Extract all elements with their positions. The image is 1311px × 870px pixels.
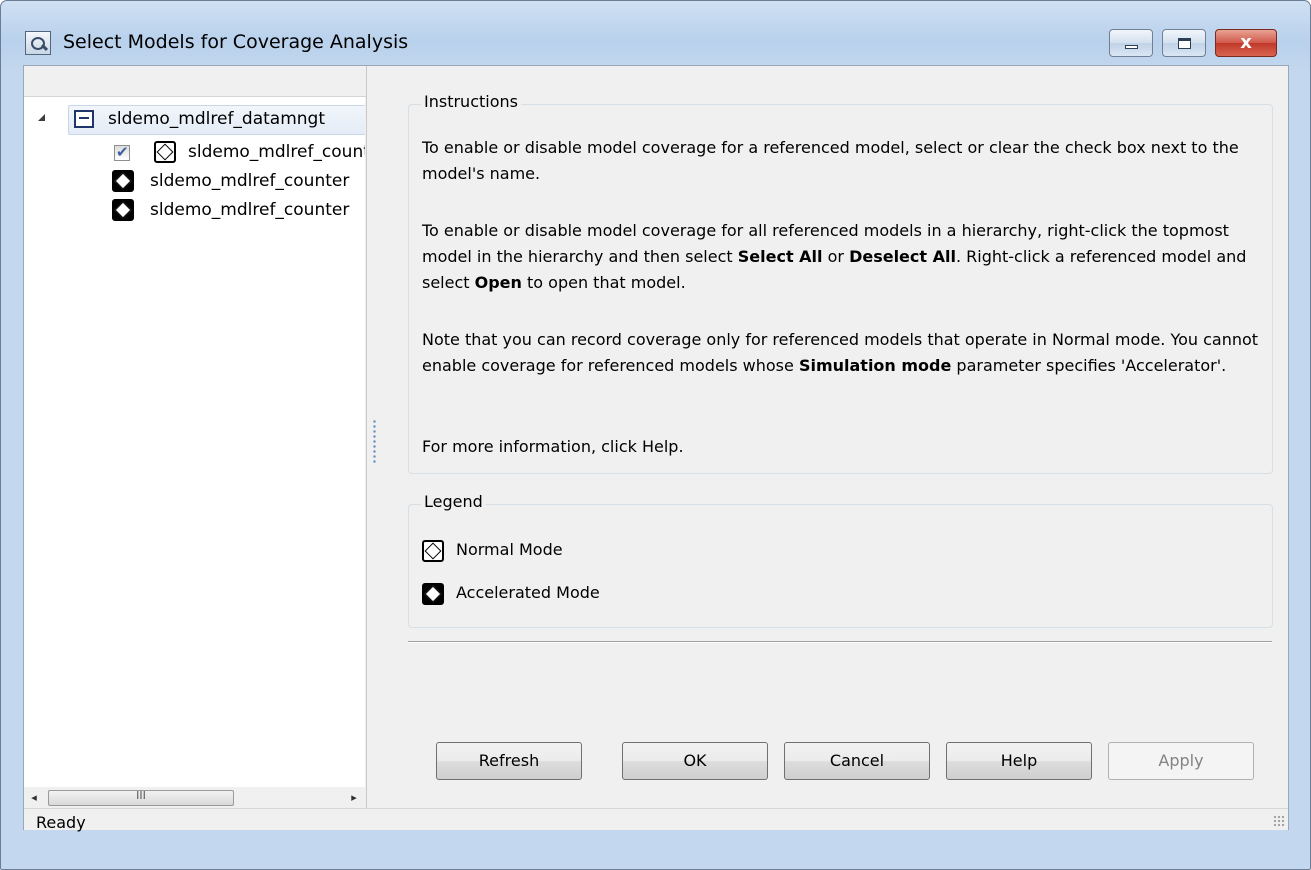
ok-button[interactable]: OK [622, 742, 768, 780]
tree-item-child[interactable]: sldemo_mdlref_counter [114, 140, 365, 166]
status-bar: Ready [24, 808, 1288, 832]
scrollbar-grip: III [136, 789, 146, 802]
pane-splitter[interactable] [373, 419, 376, 465]
coverage-app-icon [25, 31, 51, 55]
scroll-right-icon[interactable]: ▸ [344, 788, 364, 808]
open-term: Open [474, 273, 522, 292]
resize-grip-icon[interactable] [1273, 815, 1285, 827]
expand-collapse-icon[interactable] [38, 114, 45, 121]
model-hierarchy-tree[interactable]: sldemo_mdlref_datamngt sldemo_mdlref_cou… [24, 97, 365, 787]
window-title: Select Models for Coverage Analysis [63, 31, 409, 53]
instructions-text: parameter specifies 'Accelerator'. [951, 356, 1227, 375]
instructions-text: For more information, click Help. [422, 437, 684, 456]
scroll-left-icon[interactable]: ◂ [24, 788, 44, 808]
dialog-client-area: sldemo_mdlref_datamngt sldemo_mdlref_cou… [23, 65, 1289, 832]
instructions-group: Instructions To enable or disable model … [408, 92, 1273, 474]
instructions-paragraph: For more information, click Help. [422, 434, 1262, 460]
instructions-text: to open that model. [521, 273, 686, 292]
instructions-paragraph: Note that you can record coverage only f… [422, 327, 1262, 379]
title-bar[interactable]: Select Models for Coverage Analysis x [1, 1, 1310, 61]
horizontal-scrollbar[interactable]: ◂ III ▸ [24, 788, 365, 808]
select-all-term: Select All [737, 247, 823, 266]
instructions-title: Instructions [421, 92, 521, 111]
coverage-checkbox[interactable] [114, 143, 130, 161]
close-button[interactable]: x [1215, 29, 1277, 57]
cancel-button[interactable]: Cancel [784, 742, 930, 780]
accelerated-mode-icon [112, 170, 134, 192]
instructions-text: To enable or disable model coverage for … [422, 138, 1239, 183]
normal-mode-icon [422, 540, 444, 562]
status-text: Ready [36, 813, 86, 832]
instructions-paragraph: To enable or disable model coverage for … [422, 135, 1262, 187]
maximize-icon [1178, 38, 1191, 49]
minimize-button[interactable] [1109, 29, 1153, 57]
dialog-window: Select Models for Coverage Analysis x sl… [0, 0, 1311, 870]
help-button[interactable]: Help [946, 742, 1092, 780]
tree-item-label: sldemo_mdlref_counter [150, 200, 350, 220]
close-icon: x [1240, 32, 1252, 53]
maximize-button[interactable] [1162, 29, 1206, 57]
legend-title: Legend [421, 492, 486, 511]
refresh-button[interactable]: Refresh [436, 742, 582, 780]
subsystem-icon [74, 110, 94, 128]
accelerated-mode-icon [422, 583, 444, 605]
model-tree-pane: sldemo_mdlref_datamngt sldemo_mdlref_cou… [24, 66, 367, 829]
normal-mode-icon [154, 141, 176, 163]
tree-item-child[interactable]: sldemo_mdlref_counter [112, 198, 365, 224]
apply-button: Apply [1108, 742, 1254, 780]
deselect-all-term: Deselect All [849, 247, 956, 266]
tree-header [24, 66, 366, 97]
legend-label: Accelerated Mode [456, 583, 600, 602]
tree-item-label: sldemo_mdlref_datamngt [108, 109, 326, 129]
instructions-text: or [822, 247, 850, 266]
legend-label: Normal Mode [456, 540, 563, 559]
simulation-mode-term: Simulation mode [798, 356, 952, 375]
minimize-icon [1125, 45, 1138, 49]
scrollbar-thumb[interactable]: III [48, 789, 234, 806]
accelerated-mode-icon [112, 199, 134, 221]
tree-item-label: sldemo_mdlref_counter [188, 142, 365, 162]
legend-group: Legend Normal Mode Accelerated Mode [408, 492, 1273, 628]
instructions-paragraph: To enable or disable model coverage for … [422, 218, 1262, 296]
tree-item-root[interactable]: sldemo_mdlref_datamngt [28, 105, 365, 135]
tree-item-child[interactable]: sldemo_mdlref_counter [112, 169, 365, 195]
tree-item-label: sldemo_mdlref_counter [150, 171, 350, 191]
separator [408, 641, 1272, 643]
